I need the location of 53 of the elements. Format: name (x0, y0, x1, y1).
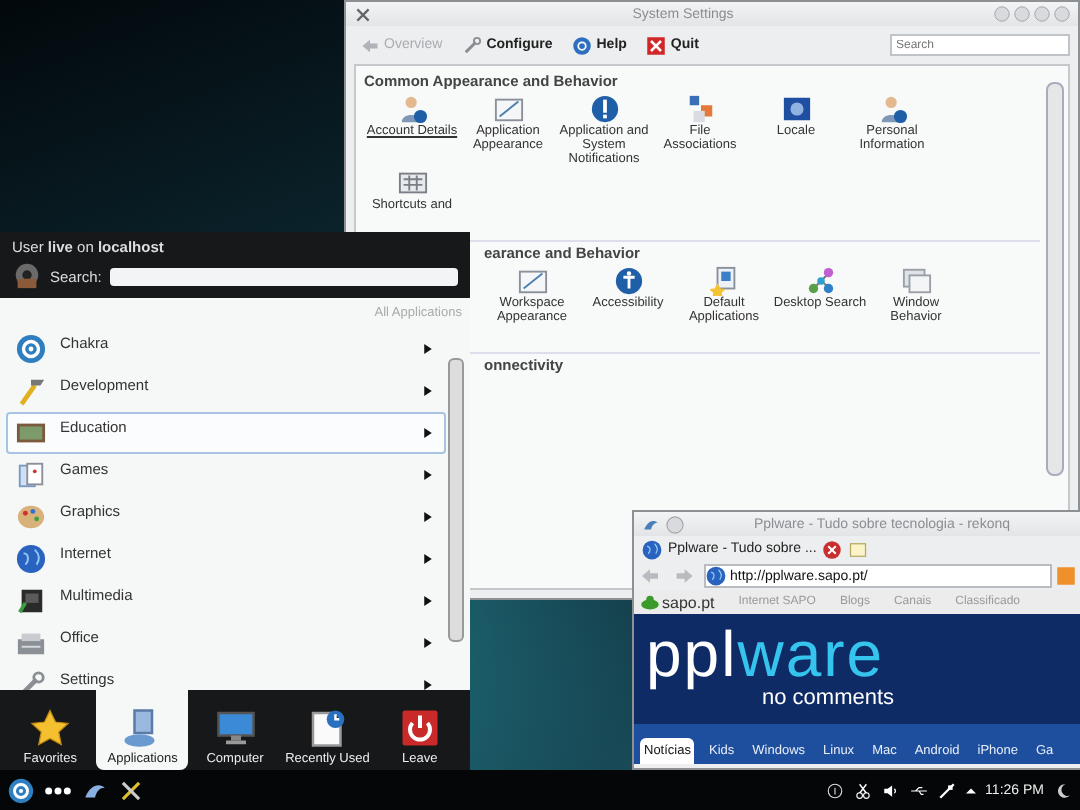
launcher-icon[interactable] (8, 777, 34, 803)
quit-icon (646, 35, 667, 55)
usb-icon[interactable] (909, 781, 928, 799)
globe-icon (642, 539, 662, 559)
power-icon (399, 708, 440, 748)
submenu-arrow-icon (424, 470, 432, 480)
more-icon[interactable] (44, 785, 72, 795)
scrollbar[interactable] (1046, 82, 1064, 476)
accessibility-icon[interactable] (613, 266, 643, 297)
globe-icon (16, 544, 46, 574)
submenu-arrow-icon (424, 596, 432, 606)
drawing-pad-icon[interactable] (493, 94, 523, 124)
user-icon[interactable] (397, 94, 427, 124)
submenu-arrow-icon (424, 554, 432, 564)
site-logo[interactable]: pplware (646, 622, 1080, 686)
document-star-icon[interactable] (709, 266, 739, 297)
chalkboard-icon (16, 418, 46, 448)
volume-icon[interactable] (881, 781, 900, 799)
globe-icon (706, 566, 726, 586)
submenu-arrow-icon (424, 386, 432, 396)
film-icon (16, 586, 46, 616)
search-field[interactable] (109, 267, 458, 285)
submenu-arrow-icon (424, 638, 432, 648)
caret-icon[interactable] (965, 785, 976, 795)
swirl-logo-icon (16, 334, 46, 364)
drawing-pad-icon[interactable] (517, 266, 547, 297)
graph-icon[interactable] (805, 266, 835, 297)
document-clock-icon (307, 708, 348, 748)
palette-icon (16, 502, 46, 532)
exclamation-icon[interactable] (589, 94, 619, 124)
monitor-icon (215, 708, 255, 748)
hammer-pencil-icon (16, 376, 46, 406)
typewriter-icon (16, 628, 46, 658)
cards-icon (16, 460, 46, 490)
info-icon[interactable] (825, 781, 844, 799)
scissors-icon[interactable] (853, 781, 872, 799)
submenu-arrow-icon (424, 428, 432, 438)
keyboard-icon[interactable] (397, 168, 427, 199)
help-icon (572, 35, 593, 55)
user-icon[interactable] (877, 94, 907, 124)
sapo-logo[interactable]: sapo.pt (640, 592, 715, 612)
submenu-arrow-icon (424, 344, 432, 354)
moon-icon[interactable] (1054, 781, 1072, 799)
star-icon (30, 708, 71, 748)
wrench-icon (462, 35, 483, 55)
close-icon[interactable] (822, 539, 843, 559)
submenu-arrow-icon (424, 512, 432, 522)
site-tagline: no comments (762, 686, 897, 710)
scrollbar[interactable] (448, 358, 464, 642)
flag-icon[interactable] (781, 94, 811, 124)
submenu-arrow-icon (424, 680, 432, 690)
back-arrow-icon (360, 35, 380, 55)
files-icon[interactable] (685, 94, 715, 124)
